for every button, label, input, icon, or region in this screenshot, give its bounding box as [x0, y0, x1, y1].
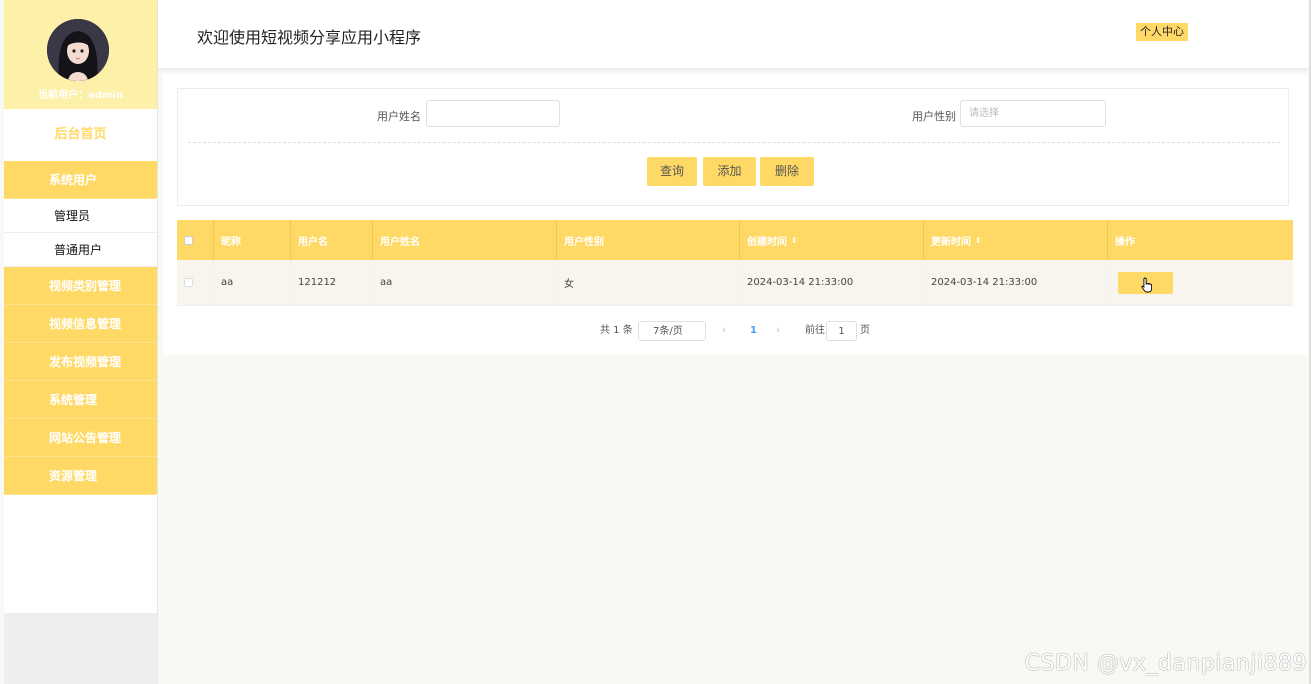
- watermark: CSDN @vx_danpianji889: [1024, 651, 1307, 676]
- divider: [188, 142, 1280, 143]
- select-all-checkbox[interactable]: [184, 235, 193, 245]
- table-row[interactable]: aa 121212 aa 女 2024-03-14 21:33:00 2024-…: [177, 260, 1293, 306]
- column-header-nickname: 昵称: [214, 220, 291, 260]
- column-header-created-label: 创建时间: [747, 236, 787, 248]
- column-header-actions: 操作: [1115, 236, 1135, 248]
- sidebar-group-video-category[interactable]: 视频类别管理: [4, 267, 157, 305]
- sidebar-group-publish-video[interactable]: 发布视频管理: [4, 343, 157, 381]
- sidebar-item-regular-users[interactable]: 普通用户: [4, 233, 157, 267]
- cell-created: 2024-03-14 21:33:00: [740, 260, 924, 305]
- top-header: 欢迎使用短视频分享应用小程序 个人中心: [158, 0, 1309, 69]
- pagination: 共 1 条 7条/页 ‹ 1 › 前往 1 页: [163, 321, 1308, 341]
- gender-field-label: 用户性别: [912, 110, 956, 123]
- page-title: 欢迎使用短视频分享应用小程序: [197, 28, 422, 47]
- column-header-updated[interactable]: 更新时间 ⇕: [924, 220, 1108, 260]
- goto-label: 前往: [805, 325, 825, 336]
- page-number-current[interactable]: 1: [750, 321, 757, 341]
- name-input[interactable]: [426, 100, 560, 127]
- table-header: 昵称 用户名 用户姓名 用户性别 创建时间 ⇕ 更新时间 ⇕ 操作: [177, 220, 1293, 260]
- avatar[interactable]: [47, 19, 109, 81]
- gender-select[interactable]: 请选择: [960, 100, 1106, 127]
- sidebar: 当前用户：admin 后台首页 系统用户 管理员 普通用户 视频类别管理 视频信…: [4, 0, 158, 684]
- hand-cursor-icon: [1141, 277, 1153, 292]
- goto-page-input[interactable]: 1: [826, 321, 857, 341]
- cell-username: 121212: [291, 260, 373, 305]
- users-table: 昵称 用户名 用户姓名 用户性别 创建时间 ⇕ 更新时间 ⇕ 操作 aa 121…: [177, 220, 1293, 306]
- sidebar-group-announcements[interactable]: 网站公告管理: [4, 419, 157, 457]
- next-page-icon[interactable]: ›: [776, 321, 780, 341]
- row-action-button[interactable]: [1118, 271, 1173, 294]
- add-button[interactable]: 添加: [703, 157, 756, 186]
- sidebar-group-system-users[interactable]: 系统用户: [4, 161, 157, 199]
- main-content: 用户姓名 用户性别 请选择 查询 添加 删除 昵称 用户名 用户姓名 用户性别 …: [163, 74, 1308, 355]
- name-field-label: 用户姓名: [377, 110, 421, 123]
- pagination-total: 共 1 条: [600, 325, 633, 336]
- sidebar-group-video-info[interactable]: 视频信息管理: [4, 305, 157, 343]
- prev-page-icon[interactable]: ‹: [722, 321, 726, 341]
- cell-actions: [1108, 260, 1293, 305]
- sidebar-item-admins[interactable]: 管理员: [4, 199, 157, 233]
- row-select-cell: [177, 260, 214, 305]
- profile-panel: 当前用户：admin: [4, 0, 157, 109]
- profile-center-button[interactable]: 个人中心: [1136, 23, 1188, 41]
- sort-icon[interactable]: ⇕: [791, 236, 798, 245]
- sidebar-item-home[interactable]: 后台首页: [4, 109, 157, 161]
- cell-nickname: aa: [214, 260, 291, 305]
- column-header-gender: 用户性别: [557, 220, 740, 260]
- current-user-label: 当前用户：admin: [38, 90, 123, 101]
- sidebar-group-system-manage[interactable]: 系统管理: [4, 381, 157, 419]
- column-header-created[interactable]: 创建时间 ⇕: [740, 220, 924, 260]
- select-all-cell: [177, 220, 214, 260]
- sidebar-footer: [4, 613, 157, 684]
- delete-button[interactable]: 删除: [760, 157, 814, 186]
- page-size-select[interactable]: 7条/页: [638, 321, 706, 341]
- column-header-updated-label: 更新时间: [931, 236, 971, 248]
- cell-updated: 2024-03-14 21:33:00: [924, 260, 1108, 305]
- column-header-username: 用户名: [291, 220, 373, 260]
- query-button[interactable]: 查询: [647, 157, 697, 186]
- search-form: 用户姓名 用户性别 请选择 查询 添加 删除: [177, 88, 1289, 206]
- sort-icon[interactable]: ⇕: [975, 236, 982, 245]
- cell-gender: 女: [557, 260, 740, 305]
- sidebar-group-resources[interactable]: 资源管理: [4, 457, 157, 495]
- page-suffix-label: 页: [860, 325, 870, 336]
- row-checkbox[interactable]: [184, 278, 193, 287]
- cell-fullname: aa: [373, 260, 557, 305]
- column-header-fullname: 用户姓名: [373, 220, 557, 260]
